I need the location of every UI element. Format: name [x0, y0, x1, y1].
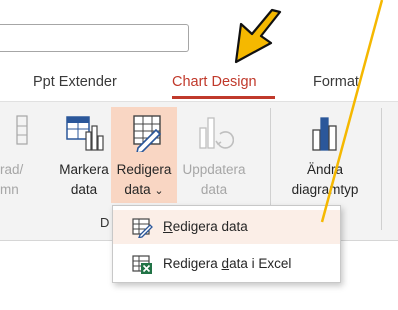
cursor-arrow-annotation-icon: [234, 0, 384, 223]
annotation-line: [320, 0, 384, 223]
annotation-arrow: [234, 8, 282, 64]
